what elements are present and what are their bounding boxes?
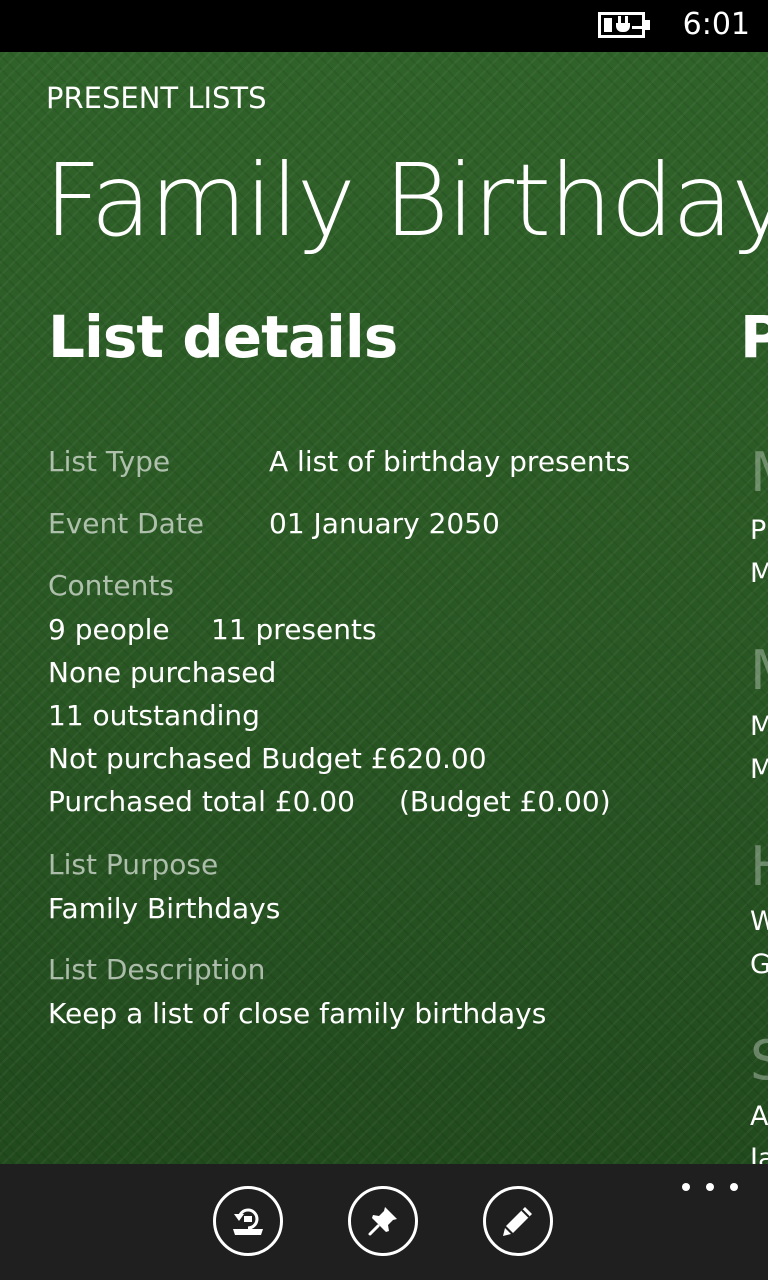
contents-presents: 11 presents xyxy=(211,613,377,646)
peek-text: Ja xyxy=(750,1143,768,1164)
peek-text: P xyxy=(750,515,767,546)
list-purpose-label: List Purpose xyxy=(48,848,219,881)
status-bar: 6:01 xyxy=(0,0,768,52)
list-description-value: Keep a list of close family birthdays xyxy=(48,997,547,1030)
peek-text: W xyxy=(750,906,768,937)
peek-heading: S xyxy=(750,1029,768,1092)
list-type-label: List Type xyxy=(48,445,171,478)
pin-icon xyxy=(368,1207,397,1236)
edit-icon xyxy=(503,1207,532,1236)
app-title: PRESENT LISTS xyxy=(46,81,267,115)
contents-label: Contents xyxy=(48,569,174,602)
peek-heading: M xyxy=(750,442,768,504)
contents-people: 9 people xyxy=(48,613,170,646)
contents-purchased-total: Purchased total £0.00 xyxy=(48,785,355,818)
list-type-value: A list of birthday presents xyxy=(269,445,631,478)
peek-text: G xyxy=(750,949,768,980)
section-header-list-details[interactable]: List details xyxy=(48,299,398,375)
more-ellipsis-icon[interactable] xyxy=(682,1172,738,1202)
event-date-value: 01 January 2050 xyxy=(269,507,500,540)
event-date-label: Event Date xyxy=(48,507,205,540)
app-bar xyxy=(0,1164,768,1280)
peek-text: M xyxy=(750,558,768,589)
peek-heading: M xyxy=(750,640,768,702)
peek-text: A xyxy=(750,1101,768,1132)
restore-button[interactable] xyxy=(213,1186,283,1256)
list-purpose-value: Family Birthdays xyxy=(48,892,281,925)
list-description-label: List Description xyxy=(48,953,266,986)
pivot-content: PRESENT LISTS Family Birthdays List deta… xyxy=(0,52,768,1164)
contents-outstanding: 11 outstanding xyxy=(48,699,260,732)
peek-text: M xyxy=(750,711,768,742)
contents-purchased-status: None purchased xyxy=(48,656,277,689)
next-pivot-peek[interactable]: M P M M M M H W G S A Ja xyxy=(748,52,768,1165)
pin-to-start-button[interactable] xyxy=(348,1186,418,1256)
battery-charging-icon xyxy=(598,12,650,38)
peek-heading: H xyxy=(750,836,768,898)
peek-text: M xyxy=(750,754,768,785)
restore-icon xyxy=(233,1208,263,1235)
pivot-title: Family Birthdays xyxy=(44,142,768,259)
contents-purchased-budget: (Budget £0.00) xyxy=(399,785,611,818)
contents-not-purchased-budget: Not purchased Budget £620.00 xyxy=(48,742,487,775)
status-time: 6:01 xyxy=(682,7,750,42)
edit-button[interactable] xyxy=(483,1186,553,1256)
